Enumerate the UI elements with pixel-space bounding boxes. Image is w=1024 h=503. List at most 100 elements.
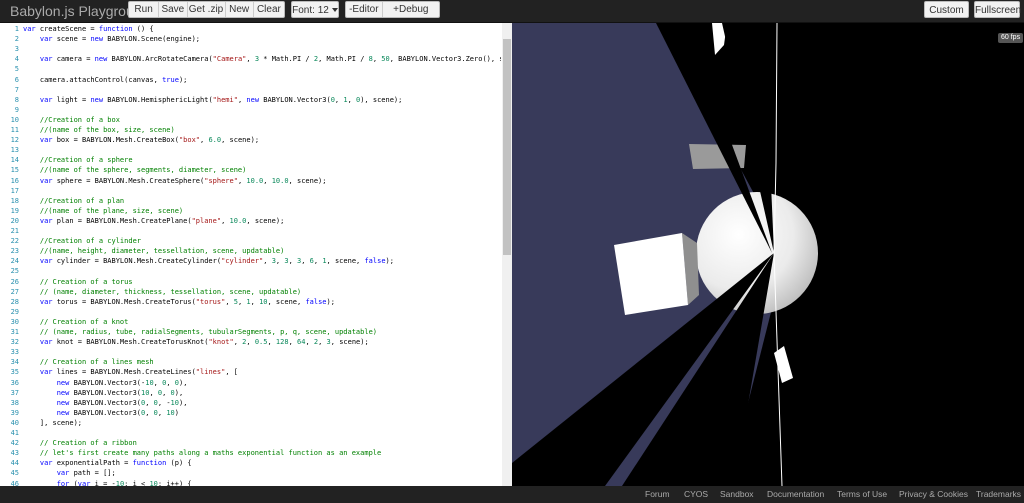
code-line[interactable]: var createScene = function () { (23, 24, 154, 34)
code-token: knot = BABYLON.Mesh.CreateTorusKnot( (56, 338, 209, 347)
line-number: 45 (10, 469, 19, 478)
line-number: 8 (14, 95, 19, 104)
code-line[interactable]: var plan = BABYLON.Mesh.CreatePlane("pla… (23, 216, 284, 226)
code-line[interactable]: var cylinder = BABYLON.Mesh.CreateCylind… (23, 256, 394, 266)
editor-scrollbar-thumb[interactable] (503, 39, 511, 255)
code-token: , (288, 257, 297, 266)
code-line[interactable]: // Creation of a knot (23, 317, 129, 327)
line-number: 1 (14, 25, 19, 33)
code-line[interactable]: var camera = new BABYLON.ArcRotateCamera… (23, 54, 501, 64)
footer-link-terms-of-use[interactable]: Terms of Use (837, 486, 887, 503)
code-line[interactable]: //Creation of a sphere (23, 155, 133, 165)
code-line[interactable]: //Creation of a cylinder (23, 236, 141, 246)
code-line[interactable]: // let's first create many paths along a… (23, 448, 381, 458)
code-token: "torus" (195, 297, 226, 306)
code-line[interactable]: var scene = new BABYLON.Scene(engine); (23, 34, 200, 44)
footer-link-forum[interactable]: Forum (645, 486, 670, 503)
code-line[interactable]: //(name of the box, size, scene) (23, 125, 175, 135)
new-button[interactable]: New (226, 2, 254, 17)
code-line[interactable]: for (var i = -10; i < 10; i++) { (23, 479, 192, 487)
line-number: 16 (10, 176, 19, 185)
code-line[interactable]: new BABYLON.Vector3(-10, 0, 0), (23, 378, 188, 388)
code-token: new (56, 408, 74, 417)
code-line[interactable]: // (name, diameter, thickness, tessellat… (23, 287, 301, 297)
editor-scrollbar[interactable] (502, 23, 512, 486)
code-line[interactable]: new BABYLON.Vector3(0, 0, 10) (23, 408, 179, 418)
code-line[interactable]: //Creation of a plan (23, 196, 124, 206)
code-line[interactable]: // Creation of a torus (23, 277, 133, 287)
code-line[interactable]: new BABYLON.Vector3(10, 0, 0), (23, 388, 183, 398)
code-line[interactable]: var lines = BABYLON.Mesh.CreateLines("li… (23, 367, 238, 377)
footer-link-documentation[interactable]: Documentation (767, 486, 824, 503)
code-line[interactable]: var knot = BABYLON.Mesh.CreateTorusKnot(… (23, 337, 369, 347)
code-line[interactable]: new BABYLON.Vector3(0, 0, -10), (23, 398, 188, 408)
code-line[interactable]: var torus = BABYLON.Mesh.CreateTorus("to… (23, 297, 335, 307)
code-token: , (288, 338, 298, 347)
run-button[interactable]: Run (129, 2, 160, 17)
code-token: BABYLON.Vector3( (73, 388, 142, 397)
code-token: lines = BABYLON.Mesh.CreateLines( (56, 368, 196, 377)
code-line[interactable]: //(name, height, diameter, tessellation,… (23, 246, 284, 256)
save-button[interactable]: Save (159, 2, 188, 17)
line-number: 17 (10, 186, 19, 195)
footer-link-privacy-cookies[interactable]: Privacy & Cookies (899, 486, 968, 503)
toggle-editor-button[interactable]: -Editor (346, 2, 383, 17)
footer-link-cyos[interactable]: CYOS (684, 486, 708, 503)
code-line[interactable]: //(name of the plane, size, scene) (23, 206, 183, 216)
code-token: new (90, 95, 108, 104)
code-area[interactable]: var createScene = function () { var scen… (23, 23, 501, 486)
code-token: "knot" (208, 338, 234, 347)
code-token: cylinder = BABYLON.Mesh.CreateCylinder( (56, 257, 222, 266)
clear-button[interactable]: Clear (254, 2, 284, 17)
code-token: function (98, 25, 133, 33)
render-canvas[interactable]: 60 fps (512, 23, 1024, 486)
footer-link-sandbox[interactable]: Sandbox (720, 486, 754, 503)
line-number: 32 (10, 338, 19, 347)
code-token: , (246, 55, 255, 64)
code-token: 10 (170, 398, 179, 407)
code-token: , (267, 338, 276, 347)
code-token: BABYLON.Vector3( (263, 95, 331, 104)
footer-link-trademarks[interactable]: Trademarks (976, 486, 1021, 503)
code-line[interactable]: // Creation of a lines mesh (23, 357, 154, 367)
code-token: var (39, 216, 57, 225)
line-number: 37 (10, 388, 19, 397)
code-line[interactable]: ], scene); (23, 418, 82, 428)
code-line[interactable]: var box = BABYLON.Mesh.CreateBox("box" , … (23, 135, 259, 145)
font-size-dropdown[interactable]: Font: 12 (291, 1, 339, 18)
code-token: 6.0 (208, 136, 222, 145)
code-token: 10 (259, 297, 268, 306)
code-token: "box" (178, 136, 201, 145)
custom-dropdown[interactable]: Custom (924, 1, 969, 30)
code-token: , scene); (330, 338, 369, 347)
code-token: "lines" (195, 368, 226, 377)
code-token: 10 (166, 408, 175, 417)
code-line[interactable]: // (name, radius, tube, radialSegments, … (23, 327, 377, 337)
code-line[interactable]: //(name of the sphere, segments, diamete… (23, 165, 247, 175)
get-zip-button[interactable]: Get .zip (188, 2, 226, 17)
toggle-debug-layer-button[interactable]: +Debug layer (383, 2, 439, 17)
line-number: 38 (10, 398, 19, 407)
code-token: ), (178, 398, 188, 407)
code-token: camera.attachControl(canvas, (23, 75, 163, 84)
line-number: 28 (10, 297, 19, 306)
line-number: 6 (14, 75, 19, 84)
code-token: //(name of the box, size, scene) (23, 126, 175, 134)
code-token: , scene, (267, 297, 306, 306)
fullscreen-button[interactable]: Fullscreen (974, 1, 1021, 18)
code-line[interactable]: var exponentialPath = function (p) { (23, 458, 192, 468)
code-line[interactable]: var sphere = BABYLON.Mesh.CreateSphere("… (23, 176, 327, 186)
box-front (614, 233, 688, 315)
code-line[interactable]: var path = []; (23, 468, 116, 478)
code-line[interactable]: camera.attachControl(canvas, true); (23, 75, 188, 85)
code-line[interactable]: // Creation of a ribbon (23, 438, 137, 448)
code-editor[interactable]: 1 2 3 4 5 6 7 8 9 10 11 12 13 14 15 16 17 18 19 20 21 22 23 24 2… (0, 23, 512, 486)
code-line[interactable]: var light = new BABYLON.HemisphericLight… (23, 95, 403, 105)
code-line[interactable]: //Creation of a box (23, 115, 120, 125)
